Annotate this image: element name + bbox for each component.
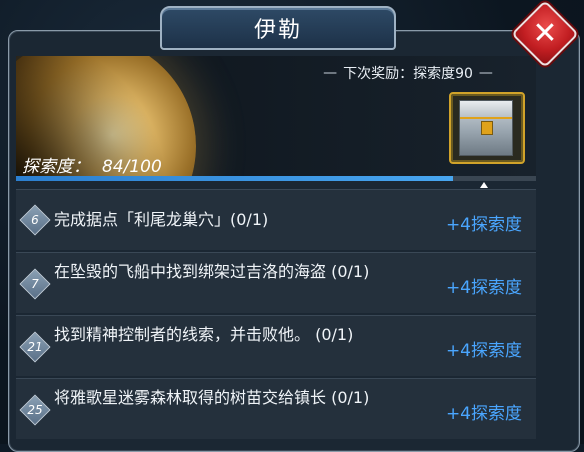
task-text: 完成据点「利尾龙巢穴」(0/1) [54,210,269,229]
task-reward: +4探索度 [445,404,522,424]
task-row[interactable]: 21 找到精神控制者的线索，并击败他。 (0/1) +4探索度 [16,315,536,376]
task-list[interactable]: 6 完成据点「利尾龙巢穴」(0/1) +4探索度 7 在坠毁的飞船中找到绑架过吉… [16,189,536,444]
task-text: 在坠毁的飞船中找到绑架过吉洛的海盗 (0/1) [54,262,370,281]
explore-progress-label: 探索度： 84/100 [22,152,162,177]
task-reward: +4探索度 [445,215,522,235]
task-reward: +4探索度 [445,341,522,361]
next-reward-text: 下次奖励：探索度90 [343,66,473,82]
title-text: 伊勒 [253,18,302,43]
task-text: 找到精神控制者的线索，并击败他。 (0/1) [54,325,354,344]
task-row[interactable]: 7 在坠毁的飞船中找到绑架过吉洛的海盗 (0/1) +4探索度 [16,252,536,313]
explore-label: 探索度： [22,157,90,177]
task-number-badge: 6 [19,204,51,236]
close-icon: ✕ [532,16,558,51]
reward-chest-button[interactable] [449,92,525,164]
task-number-badge: 25 [19,394,51,426]
progress-marker-icon [480,182,488,188]
task-row[interactable]: 6 完成据点「利尾龙巢穴」(0/1) +4探索度 [16,189,536,250]
task-row[interactable]: 25 将雅歌星迷雾森林取得的树苗交给镇长 (0/1) +4探索度 [16,378,536,439]
explore-value: 84/100 [102,157,162,177]
task-number-badge: 7 [19,268,51,300]
dialog-title: 伊勒 [160,6,396,50]
task-number-badge: 21 [19,331,51,363]
task-reward: +4探索度 [445,278,522,298]
next-reward: — 下次奖励：探索度90 — [323,65,493,82]
chest-icon [459,100,513,156]
task-text: 将雅歌星迷雾森林取得的树苗交给镇长 (0/1) [54,388,370,407]
